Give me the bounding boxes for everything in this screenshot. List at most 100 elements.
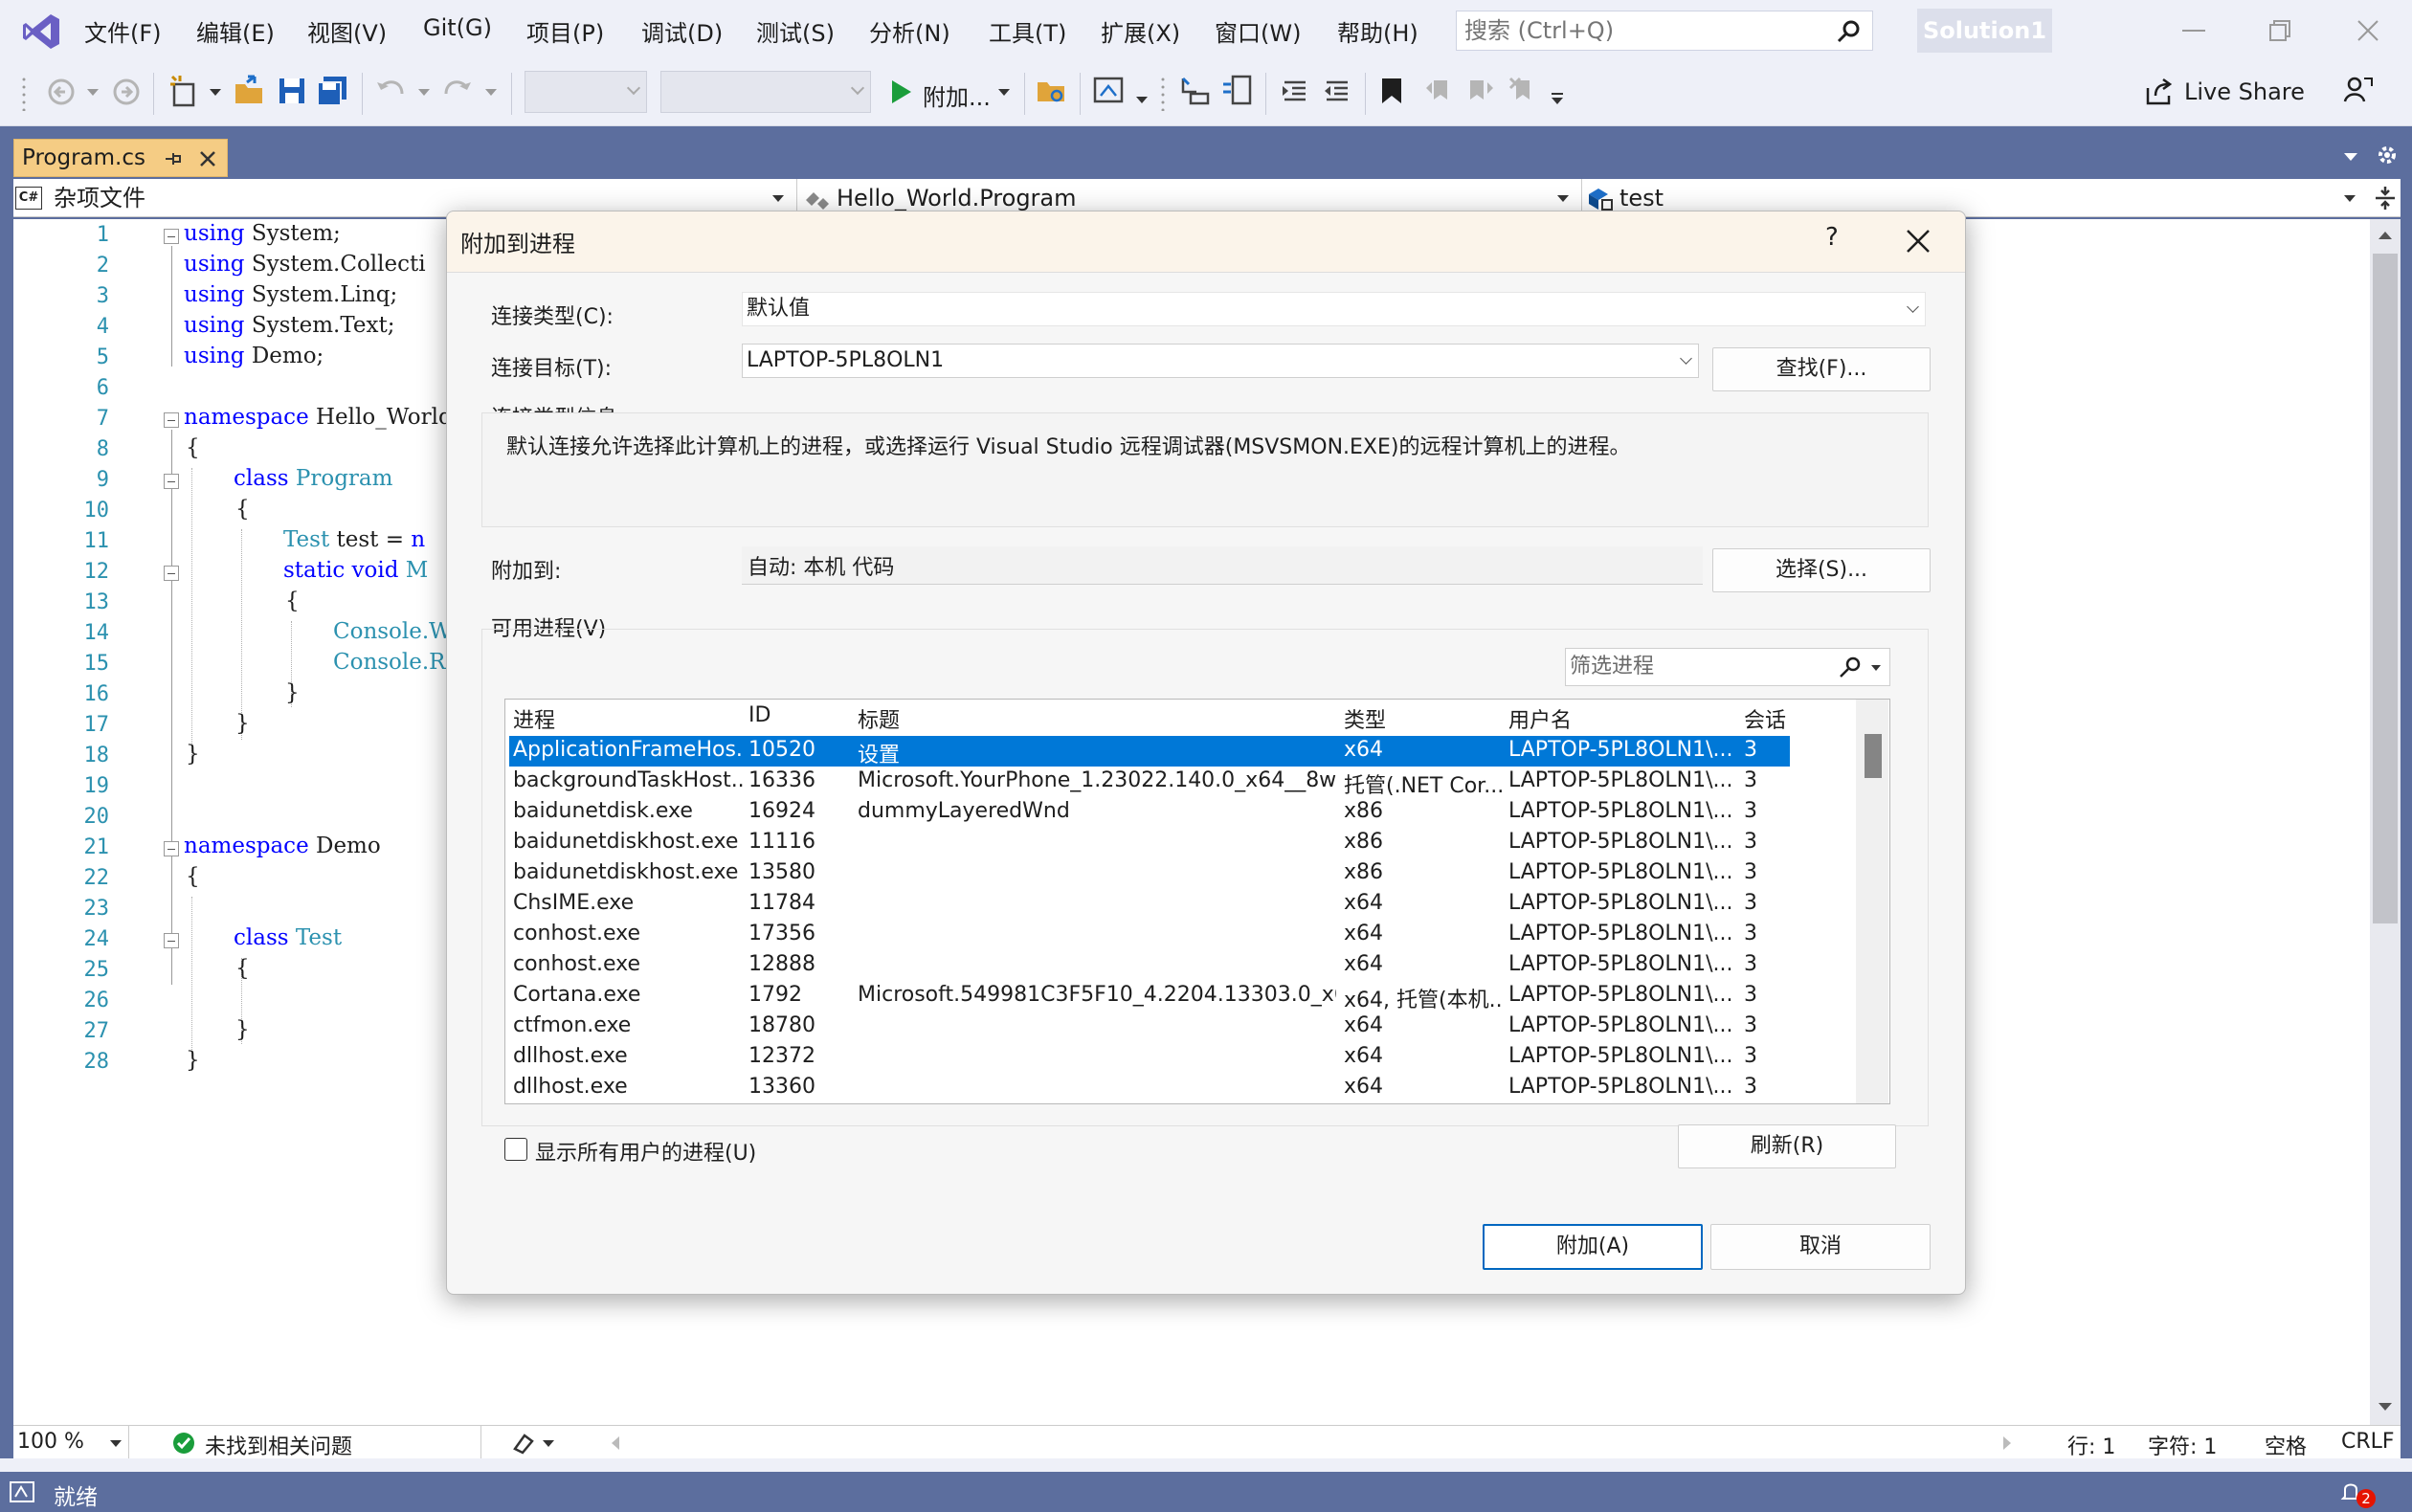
line-indicator[interactable]: 行: 1 (2067, 1430, 2115, 1460)
attach-button[interactable]: 附加(A) (1483, 1224, 1703, 1270)
dropdown-arrow-icon[interactable] (417, 88, 431, 98)
scrollbar-thumb[interactable] (2373, 254, 2398, 923)
dropdown-arrow-icon[interactable] (209, 88, 222, 98)
dropdown-arrow-icon[interactable] (86, 88, 100, 98)
menu-tools[interactable]: 工具(T) (989, 14, 1066, 48)
table-row[interactable]: dllhost.exe 12372 x64 LAPTOP-5PL8OLN1\..… (509, 1042, 1790, 1073)
start-play-icon[interactable] (890, 78, 913, 105)
menu-extensions[interactable]: 扩展(X) (1101, 14, 1180, 48)
collapse-class-icon[interactable] (164, 474, 179, 489)
dropdown-arrow-icon[interactable] (997, 88, 1011, 98)
char-indicator[interactable]: 字符: 1 (2148, 1430, 2217, 1460)
show-all-users-checkbox[interactable] (504, 1138, 527, 1161)
table-row[interactable]: ctfmon.exe 18780 x64 LAPTOP-5PL8OLN1\...… (509, 1012, 1790, 1042)
collapse-namespace-icon[interactable] (164, 841, 179, 856)
menu-git[interactable]: Git(G) (423, 14, 492, 41)
pin-icon[interactable] (164, 149, 183, 168)
close-window-icon[interactable] (2355, 17, 2381, 44)
column-header-type[interactable]: 类型 (1344, 703, 1386, 734)
collapse-class-icon[interactable] (164, 933, 179, 948)
step-into-icon[interactable] (1179, 75, 1212, 107)
menu-view[interactable]: 视图(V) (307, 14, 387, 48)
save-icon[interactable] (278, 77, 306, 105)
connection-type-combo[interactable]: 默认值 (742, 292, 1926, 326)
dropdown-arrow-icon[interactable] (484, 88, 498, 98)
table-row[interactable]: conhost.exe 17356 x64 LAPTOP-5PL8OLN1\..… (509, 920, 1790, 950)
indent-mode-indicator[interactable]: 空格 (2265, 1430, 2307, 1460)
find-button[interactable]: 查找(F)... (1712, 347, 1931, 391)
table-row[interactable]: conhost.exe 12888 x64 LAPTOP-5PL8OLN1\..… (509, 950, 1790, 981)
scroll-right-arrow-icon[interactable] (2002, 1435, 2012, 1451)
previous-bookmark-icon[interactable] (1424, 77, 1453, 105)
code-cleanup-brush-icon[interactable] (511, 1432, 536, 1455)
settings-gear-icon[interactable] (2376, 144, 2399, 167)
search-box[interactable] (1456, 11, 1873, 51)
output-window-icon[interactable] (10, 1481, 34, 1502)
search-icon[interactable] (1838, 655, 1863, 679)
find-in-files-icon[interactable] (1036, 75, 1068, 107)
notification-count-badge[interactable]: 2 (2356, 1489, 2376, 1508)
connection-target-combo[interactable]: LAPTOP-5PL8OLN1 (742, 344, 1699, 378)
zoom-dropdown[interactable]: 100 % (17, 1430, 84, 1454)
menu-analyze[interactable]: 分析(N) (869, 14, 950, 48)
dropdown-arrow-icon[interactable] (1556, 194, 1570, 204)
attach-button-label[interactable]: 附加... (923, 78, 991, 112)
dropdown-arrow-icon[interactable] (542, 1439, 555, 1449)
column-header-session[interactable]: 会话 (1744, 703, 1786, 734)
scrollbar-thumb[interactable] (1865, 734, 1882, 778)
refresh-button[interactable]: 刷新(R) (1678, 1124, 1896, 1168)
search-icon[interactable] (1836, 18, 1863, 45)
dropdown-arrow-icon[interactable] (1135, 96, 1149, 105)
process-table[interactable]: 进程 ID 标题 类型 用户名 会话 ApplicationFrameHos..… (504, 699, 1890, 1104)
table-row[interactable]: ApplicationFrameHos... 10520 设置 x64 LAPT… (509, 736, 1790, 767)
scroll-left-arrow-icon[interactable] (611, 1435, 620, 1451)
save-all-icon[interactable] (316, 75, 348, 107)
collapse-namespace-icon[interactable] (164, 412, 179, 428)
menu-project[interactable]: 项目(P) (526, 14, 604, 48)
cancel-button[interactable]: 取消 (1710, 1224, 1931, 1270)
table-row[interactable]: backgroundTaskHost.... 16336 Microsoft.Y… (509, 767, 1790, 798)
menu-debug[interactable]: 调试(D) (641, 14, 723, 48)
solution-platforms-combo[interactable] (660, 71, 871, 113)
menu-test[interactable]: 测试(S) (756, 14, 835, 48)
tab-list-dropdown-icon[interactable] (2343, 151, 2358, 163)
redo-icon[interactable] (442, 77, 473, 105)
solution-configurations-combo[interactable] (525, 71, 647, 113)
help-button[interactable]: ? (1825, 223, 1839, 252)
scroll-up-arrow-icon[interactable] (2378, 231, 2393, 240)
open-file-icon[interactable] (234, 75, 266, 107)
search-input[interactable] (1464, 14, 1828, 47)
split-editor-icon[interactable] (2374, 185, 2397, 211)
issues-status[interactable]: 未找到相关问题 (205, 1430, 352, 1460)
menu-file[interactable]: 文件(F) (84, 14, 162, 48)
browser-link-icon[interactable] (1093, 75, 1126, 107)
table-row[interactable]: baidunetdiskhost.exe 11116 x86 LAPTOP-5P… (509, 828, 1790, 858)
select-button[interactable]: 选择(S)... (1712, 548, 1931, 592)
collapse-using-block-icon[interactable] (164, 229, 179, 244)
tab-program-cs[interactable]: Program.cs (13, 139, 228, 177)
column-header-user[interactable]: 用户名 (1508, 703, 1572, 734)
project-dropdown[interactable]: 杂项文件 (54, 179, 145, 217)
dropdown-arrow-icon[interactable] (109, 1439, 123, 1449)
toolbar-overflow-icon[interactable] (1551, 92, 1564, 105)
table-row[interactable]: dllhost.exe 13360 x64 LAPTOP-5PL8OLN1\..… (509, 1073, 1790, 1103)
menu-window[interactable]: 窗口(W) (1215, 14, 1301, 48)
dropdown-arrow-icon[interactable] (771, 194, 785, 204)
table-row[interactable]: Cortana.exe 1792 Microsoft.549981C3F5F10… (509, 981, 1790, 1012)
indent-icon[interactable] (1281, 77, 1309, 105)
table-row[interactable]: baidunetdiskhost.exe 13580 x86 LAPTOP-5P… (509, 858, 1790, 889)
navigate-back-icon[interactable] (46, 77, 77, 107)
show-next-statement-icon[interactable] (1221, 75, 1254, 107)
bookmark-icon[interactable] (1380, 77, 1403, 105)
live-share-label[interactable]: Live Share (2184, 78, 2305, 105)
live-share-icon[interactable] (2144, 77, 2175, 107)
dropdown-arrow-icon[interactable] (1870, 664, 1882, 672)
filter-processes-input[interactable]: 筛选进程 (1565, 648, 1890, 686)
feedback-person-icon[interactable] (2343, 75, 2374, 105)
column-header-title[interactable]: 标题 (858, 703, 900, 734)
menu-help[interactable]: 帮助(H) (1337, 14, 1418, 48)
table-row[interactable]: ChsIME.exe 11784 x64 LAPTOP-5PL8OLN1\...… (509, 889, 1790, 920)
minimize-icon[interactable] (2180, 17, 2207, 44)
next-bookmark-icon[interactable] (1466, 77, 1495, 105)
clear-bookmarks-icon[interactable] (1508, 77, 1537, 105)
